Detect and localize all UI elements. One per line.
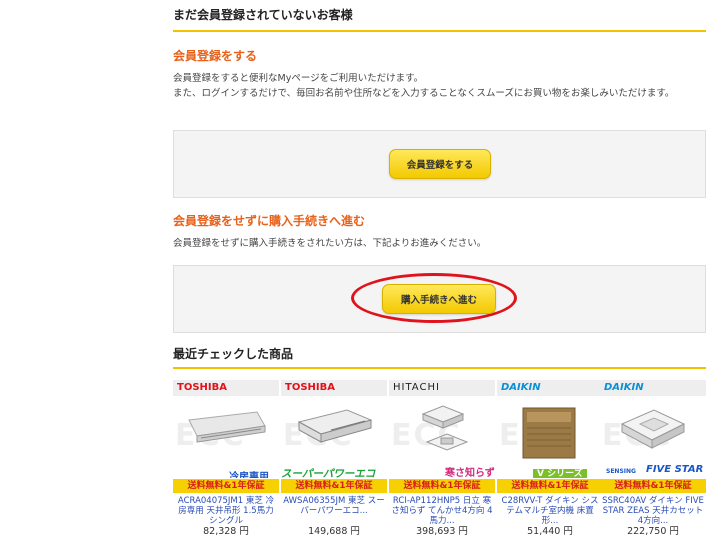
shipping-ribbon: 送料無料&1年保証 (281, 479, 387, 493)
product-card[interactable]: HITACHI ECC 寒さ知らず 送料無料&1年保証 RCI-AP112HNP… (389, 380, 495, 542)
guest-description: 会員登録をせずに購入手続きをされたい方は、下記よりお進みください。 (173, 238, 487, 249)
shipping-ribbon: 送料無料&1年保証 (600, 479, 706, 493)
ceiling-unit-icon (188, 411, 266, 443)
product-name-link[interactable]: SSRC40AV ダイキン FIVE STAR ZEAS 天井カセット4方向..… (600, 493, 706, 526)
four-way-cassette-icon (620, 409, 686, 449)
product-name-link[interactable]: ACRA04075JM1 東芝 冷房専用 天井吊形 1.5馬力 シングル (173, 493, 279, 526)
product-tag: 寒さ知らず (445, 468, 495, 478)
product-image[interactable]: ECC V シリーズ (497, 396, 603, 478)
product-card[interactable]: DAIKIN ECC V シリーズ 送料無料&1年保証 C28RVV-T ダイキ… (497, 380, 603, 542)
shipping-ribbon: 送料無料&1年保証 (389, 479, 495, 493)
product-price: 51,440 円 (527, 526, 573, 537)
product-card[interactable]: DAIKIN ECC SENSING FIVE STAR 送料無料&1年保証 S… (600, 380, 706, 542)
guest-heading: 会員登録をせずに購入手続きへ進む (173, 214, 366, 228)
register-line-2: また、ログインするだけで、毎回お名前や住所などを入力することなくスムーズにお買い… (173, 88, 675, 99)
shipping-ribbon: 送料無料&1年保証 (173, 479, 279, 493)
product-image[interactable]: ECC スーパーパワーエコ (281, 396, 387, 478)
shipping-ribbon: 送料無料&1年保証 (497, 479, 603, 493)
register-description: 会員登録をすると便利なMyページをご利用いただけます。 また、ログインするだけで… (173, 71, 703, 101)
product-name-link[interactable]: C28RVV-T ダイキン システムマルチ室内機 床置形... (497, 493, 603, 526)
product-name-link[interactable]: AWSA06355JM 東芝 スーパーパワーエコ... (281, 493, 387, 526)
sensing-label: SENSING (606, 468, 636, 475)
product-image[interactable]: ECC 冷房専用 (173, 396, 279, 478)
product-price: 398,693 円 (416, 526, 468, 537)
brand-label: HITACHI (389, 380, 495, 396)
product-image[interactable]: ECC 寒さ知らず (389, 396, 495, 478)
section-title: まだ会員登録されていないお客様 (173, 6, 706, 32)
cassette-panel-icon (421, 405, 469, 451)
brand-label: DAIKIN (497, 380, 603, 396)
product-tag: V シリーズ (533, 469, 587, 478)
product-price: 222,750 円 (627, 526, 679, 537)
product-card[interactable]: TOSHIBA ECC 冷房専用 送料無料&1年保証 ACRA04075JM1 … (173, 380, 279, 542)
register-button[interactable]: 会員登録をする (389, 149, 491, 179)
product-price: 149,688 円 (308, 526, 360, 537)
floor-unit-icon (522, 407, 576, 459)
brand-label: TOSHIBA (281, 380, 387, 396)
series-badge: V シリーズ (533, 466, 587, 478)
product-card[interactable]: TOSHIBA ECC スーパーパワーエコ 送料無料&1年保証 AWSA0635… (281, 380, 387, 542)
register-heading: 会員登録をする (173, 49, 258, 63)
brand-label: TOSHIBA (173, 380, 279, 396)
register-line-1: 会員登録をすると便利なMyページをご利用いただけます。 (173, 73, 424, 84)
cassette-unit-icon (297, 409, 373, 443)
brand-label: DAIKIN (600, 380, 706, 396)
product-name-link[interactable]: RCI-AP112HNP5 日立 寒さ知らず てんかせ4方向 4馬力... (389, 493, 495, 526)
product-tag: FIVE STAR (646, 464, 704, 475)
product-image[interactable]: ECC SENSING FIVE STAR (600, 396, 706, 478)
product-tag: スーパーパワーエコ (281, 468, 376, 478)
product-price: 82,328 円 (203, 526, 249, 537)
recent-title: 最近チェックした商品 (173, 345, 706, 369)
proceed-checkout-button[interactable]: 購入手続きへ進む (382, 284, 496, 314)
product-tag: 冷房専用 (229, 472, 269, 478)
